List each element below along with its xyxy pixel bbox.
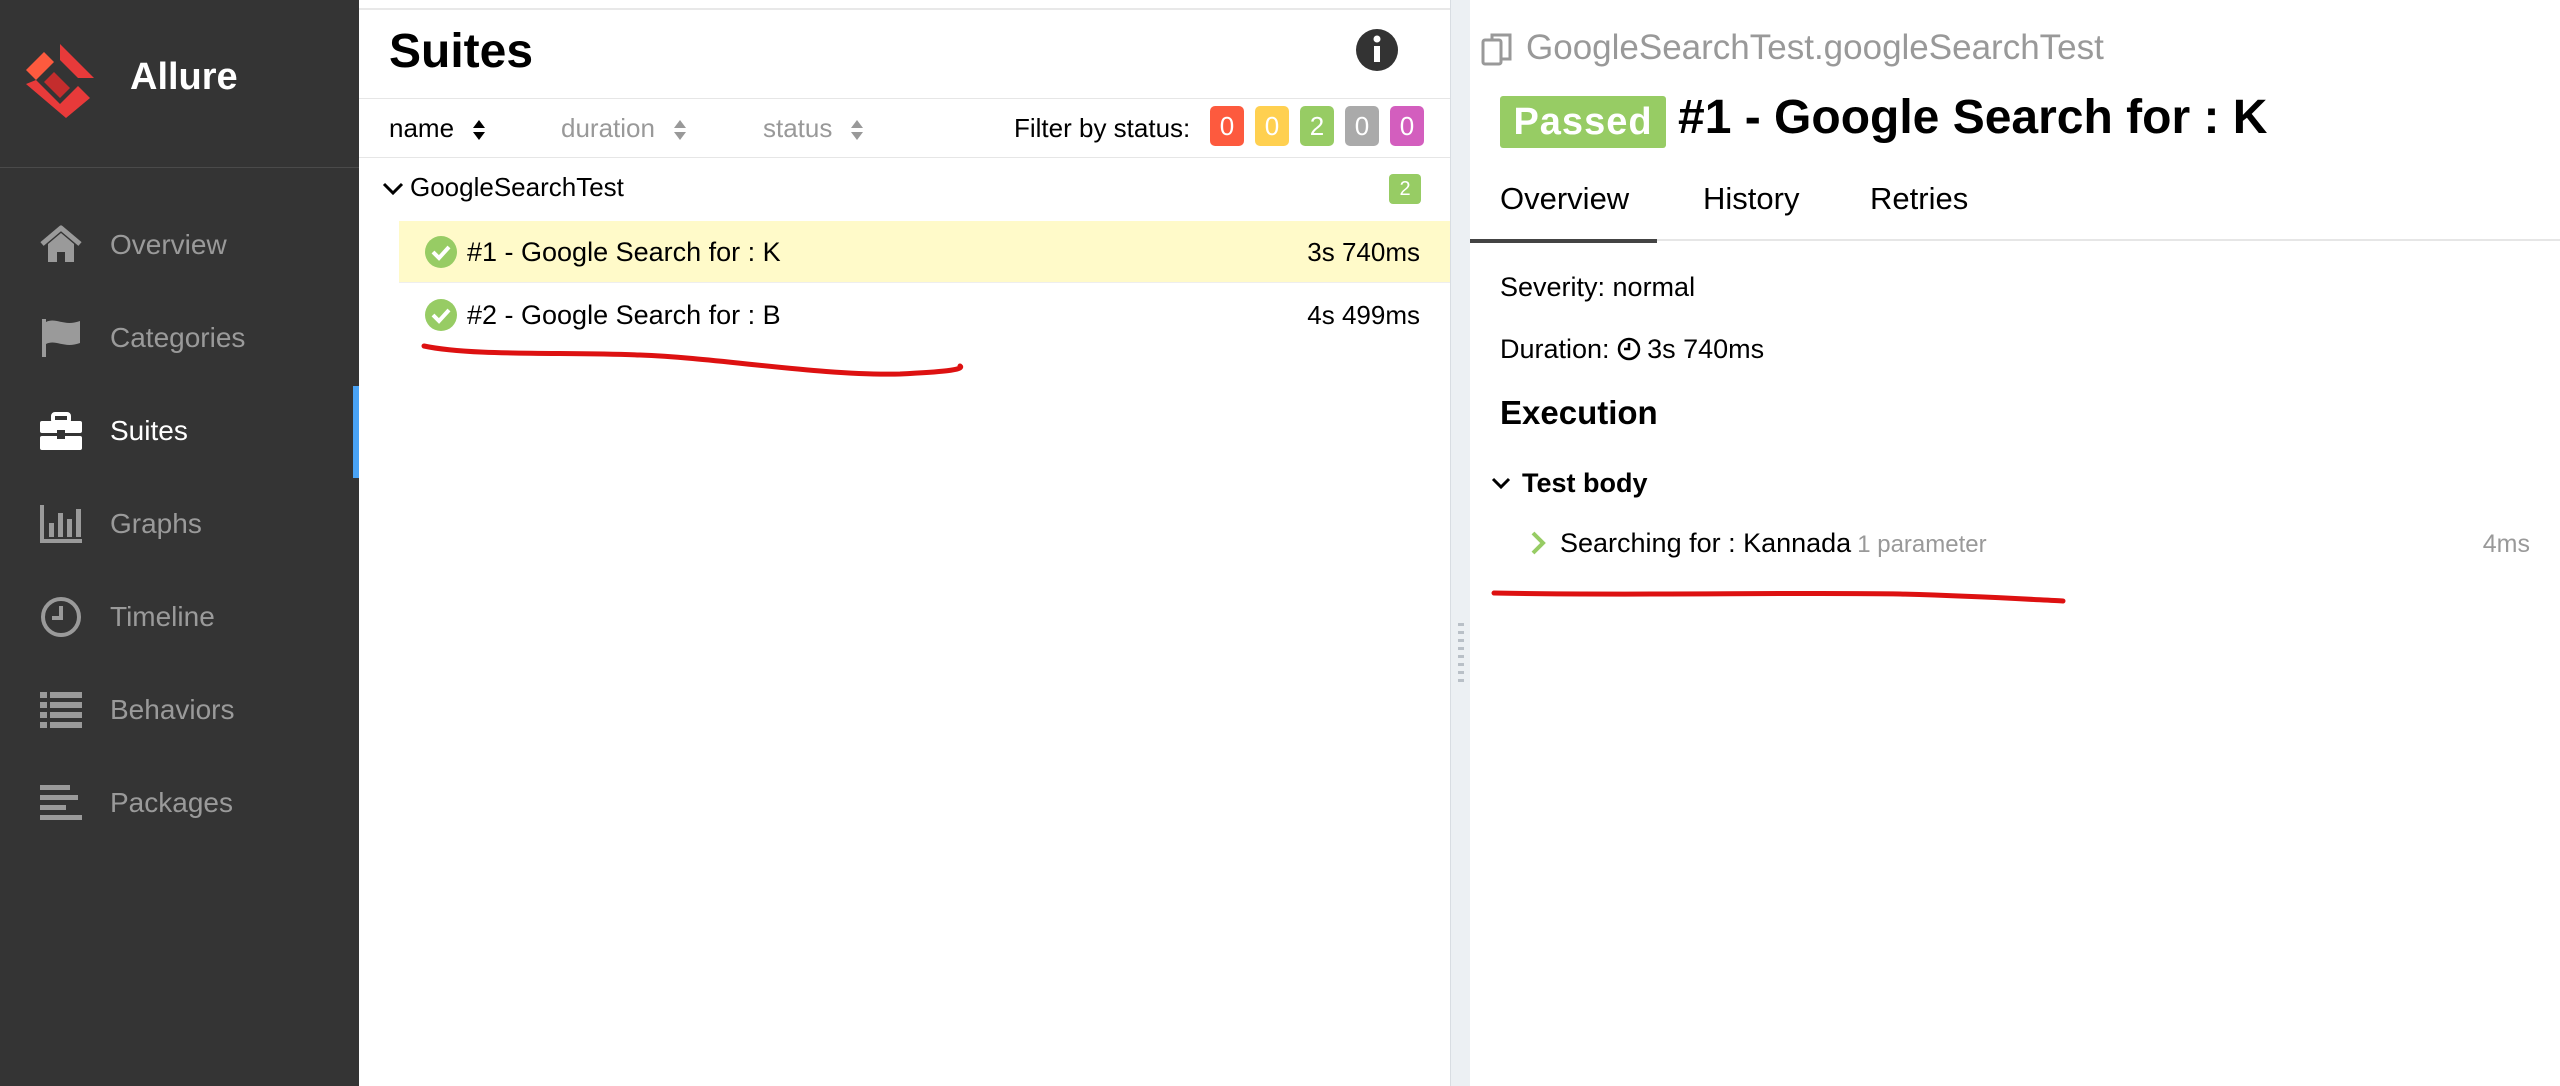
sort-label: name bbox=[389, 113, 455, 143]
sidebar-item-packages[interactable]: Packages bbox=[0, 758, 359, 850]
copy-icon[interactable] bbox=[1480, 32, 1516, 68]
sort-arrows-icon bbox=[673, 120, 686, 141]
passed-check-icon bbox=[425, 299, 457, 331]
test-name: #2 - Google Search for : B bbox=[467, 300, 781, 330]
sidebar-item-label: Behaviors bbox=[110, 694, 235, 725]
test-duration: 3s 740ms bbox=[1307, 237, 1420, 267]
sort-bar: name duration status Filter by status: 0… bbox=[359, 98, 1450, 158]
filter-broken-badge[interactable]: 0 bbox=[1255, 106, 1289, 146]
passed-check-icon bbox=[425, 236, 457, 268]
allure-logo-icon[interactable] bbox=[20, 38, 100, 118]
test-duration: 4s 499ms bbox=[1307, 300, 1420, 330]
sidebar-item-label: Graphs bbox=[110, 508, 202, 539]
severity-text: Severity: normal bbox=[1500, 272, 1696, 302]
step-parameter-count: 1 parameter bbox=[1857, 531, 1987, 558]
sidebar: Allure Overview Categories Suites Graphs… bbox=[0, 0, 359, 1086]
sidebar-item-categories[interactable]: Categories bbox=[0, 293, 359, 385]
suite-group[interactable]: GoogleSearchTest 2 bbox=[359, 160, 1450, 218]
sidebar-item-suites[interactable]: Suites bbox=[0, 386, 359, 478]
sidebar-item-label: Suites bbox=[110, 415, 188, 446]
sort-label: status bbox=[763, 113, 833, 143]
page-title: Suites bbox=[389, 25, 534, 78]
sidebar-item-label: Timeline bbox=[110, 601, 215, 632]
suites-panel: Suites name duration status Filter by st… bbox=[359, 0, 1450, 1086]
chevron-down-icon bbox=[1491, 477, 1511, 490]
tab-overview[interactable]: Overview bbox=[1469, 181, 1658, 243]
step-label: Searching for : Kannada 1 parameter bbox=[1560, 528, 1987, 559]
sidebar-item-timeline[interactable]: Timeline bbox=[0, 572, 359, 664]
filter-failed-badge[interactable]: 0 bbox=[1210, 106, 1244, 146]
chevron-down-icon bbox=[382, 182, 404, 196]
briefcase-icon bbox=[40, 412, 82, 450]
sidebar-header: Allure bbox=[0, 0, 359, 168]
step-duration: 4ms bbox=[2482, 530, 2530, 558]
align-left-icon bbox=[40, 785, 82, 820]
sidebar-item-label: Categories bbox=[110, 322, 246, 353]
duration-row: Duration: 3s 740ms bbox=[1500, 334, 1764, 365]
breadcrumb: GoogleSearchTest.googleSearchTest bbox=[1526, 28, 2104, 67]
step-row[interactable]: Searching for : Kannada 1 parameter 4ms bbox=[1530, 526, 2530, 566]
status-badge: Passed bbox=[1500, 96, 1666, 148]
info-icon[interactable] bbox=[1354, 27, 1400, 73]
sidebar-item-behaviors[interactable]: Behaviors bbox=[0, 665, 359, 757]
suite-count-badge: 2 bbox=[1389, 174, 1421, 204]
clock-icon bbox=[1617, 337, 1641, 361]
brand-name: Allure bbox=[130, 56, 238, 98]
sidebar-item-graphs[interactable]: Graphs bbox=[0, 479, 359, 571]
pane-splitter[interactable] bbox=[1450, 0, 1470, 1086]
sort-arrows-icon bbox=[473, 120, 486, 141]
filter-passed-badge[interactable]: 2 bbox=[1300, 106, 1334, 146]
sidebar-item-label: Packages bbox=[110, 787, 233, 818]
sort-arrows-icon bbox=[851, 120, 864, 141]
home-icon bbox=[40, 225, 82, 262]
filter-unknown-badge[interactable]: 0 bbox=[1390, 106, 1424, 146]
test-body-label: Test body bbox=[1522, 468, 1648, 498]
suite-name: GoogleSearchTest bbox=[410, 172, 624, 202]
sort-by-duration[interactable]: duration bbox=[561, 113, 687, 144]
filter-skipped-badge[interactable]: 0 bbox=[1345, 106, 1379, 146]
bar-chart-icon bbox=[40, 505, 82, 543]
test-detail-panel: GoogleSearchTest.googleSearchTest Passed… bbox=[1469, 0, 2560, 1086]
sort-label: duration bbox=[561, 113, 655, 143]
step-name: Searching for : Kannada bbox=[1560, 528, 1852, 558]
drag-handle-icon bbox=[1458, 623, 1464, 682]
chevron-right-icon bbox=[1531, 531, 1546, 555]
test-name: #1 - Google Search for : K bbox=[467, 237, 781, 267]
sort-by-status[interactable]: status bbox=[763, 113, 864, 144]
test-row[interactable]: #1 - Google Search for : K 3s 740ms bbox=[399, 221, 1450, 283]
duration-value: 3s 740ms bbox=[1647, 334, 1765, 364]
flag-icon bbox=[42, 319, 80, 357]
clock-icon bbox=[41, 597, 81, 637]
duration-label: Duration: bbox=[1500, 334, 1610, 364]
tab-history[interactable]: History bbox=[1703, 181, 1799, 217]
list-icon bbox=[40, 692, 82, 728]
sidebar-item-label: Overview bbox=[110, 229, 227, 260]
execution-heading: Execution bbox=[1500, 394, 1658, 431]
sort-by-name[interactable]: name bbox=[389, 113, 486, 144]
filter-label: Filter by status: bbox=[1014, 113, 1191, 143]
test-row[interactable]: #2 - Google Search for : B 4s 499ms bbox=[399, 284, 1450, 346]
tab-retries[interactable]: Retries bbox=[1870, 181, 1968, 217]
test-title: #1 - Google Search for : K bbox=[1678, 91, 2268, 144]
detail-tabs: Overview History Retries bbox=[1469, 165, 2560, 243]
sidebar-item-overview[interactable]: Overview bbox=[0, 200, 359, 292]
